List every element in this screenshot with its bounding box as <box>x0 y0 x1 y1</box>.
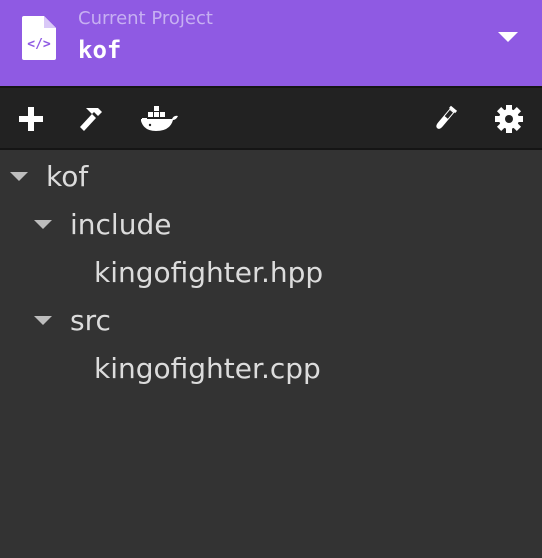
toolbar <box>0 86 542 150</box>
hammer-icon[interactable] <box>78 104 108 134</box>
caret-down-icon[interactable] <box>34 219 52 229</box>
project-header: </> Current Project kof <box>0 0 542 86</box>
tree-item-label: include <box>70 207 172 241</box>
tree-file-kingofighter-cpp[interactable]: kingofighter.cpp <box>94 348 321 388</box>
tree-folder-include[interactable]: include <box>34 204 171 244</box>
tree-item-label: src <box>70 303 111 337</box>
code-file-icon: </> <box>22 16 56 60</box>
svg-text:</>: </> <box>27 37 51 52</box>
gear-icon[interactable] <box>494 104 524 134</box>
tree-item-label: kingofighter.cpp <box>94 351 321 385</box>
docker-icon[interactable] <box>140 104 180 134</box>
tree-folder-src[interactable]: src <box>34 300 111 340</box>
plus-icon[interactable] <box>16 104 46 134</box>
chevron-down-icon[interactable] <box>494 26 522 46</box>
test-tube-icon[interactable] <box>430 104 460 134</box>
project-file-tree: kof include kingofighter.hpp src kingofi… <box>0 150 542 558</box>
tree-item-label: kof <box>46 159 89 193</box>
caret-down-icon[interactable] <box>10 171 28 181</box>
tree-item-label: kingofighter.hpp <box>94 255 324 289</box>
project-name[interactable]: kof <box>78 36 121 64</box>
tree-file-kingofighter-hpp[interactable]: kingofighter.hpp <box>94 252 323 292</box>
tree-folder-kof[interactable]: kof <box>10 156 88 196</box>
current-project-label: Current Project <box>78 8 213 29</box>
caret-down-icon[interactable] <box>34 315 52 325</box>
